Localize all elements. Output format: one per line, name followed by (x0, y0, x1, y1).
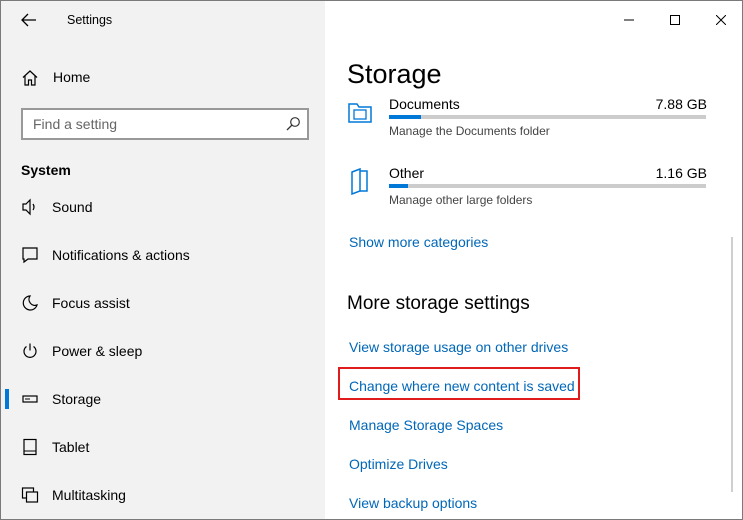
category-subtitle: Manage other large folders (389, 193, 533, 207)
documents-folder-icon (348, 103, 372, 123)
storage-category-documents[interactable]: Documents 7.88 GB Manage the Documents f… (347, 96, 707, 156)
minimize-button[interactable] (606, 1, 652, 39)
sidebar: Settings Home System Sound (1, 1, 325, 519)
category-name: Documents (389, 96, 460, 112)
power-icon (23, 343, 37, 358)
category-subtitle: Manage the Documents folder (389, 124, 550, 138)
home-icon (22, 70, 38, 86)
sidebar-item-label: Multitasking (52, 487, 126, 503)
minimize-icon (624, 19, 634, 21)
sidebar-item-label: Power & sleep (52, 343, 143, 359)
close-button[interactable] (698, 1, 742, 39)
sidebar-item-power-sleep[interactable]: Power & sleep (1, 331, 325, 371)
category-size: 7.88 GB (655, 96, 707, 112)
search-box[interactable] (21, 108, 309, 140)
sidebar-nav-list: Sound Notifications & actions Focus assi… (1, 193, 325, 519)
storage-category-other[interactable]: Other 1.16 GB Manage other large folders (347, 165, 707, 225)
sidebar-item-label: Storage (52, 391, 102, 407)
close-icon (716, 15, 726, 25)
sidebar-item-sound[interactable]: Sound (1, 193, 325, 227)
window-controls (606, 1, 742, 39)
view-backup-options-link[interactable]: View backup options (349, 495, 477, 511)
search-icon[interactable] (285, 116, 301, 132)
sidebar-item-notifications[interactable]: Notifications & actions (1, 235, 325, 275)
optimize-drives-link[interactable]: Optimize Drives (349, 456, 448, 472)
active-indicator (5, 389, 9, 409)
moon-icon (22, 295, 38, 311)
category-name: Other (389, 165, 425, 181)
usage-bar-fill (389, 184, 409, 188)
usage-bar (389, 184, 706, 188)
app-title: Settings (67, 13, 113, 27)
settings-window: Settings Home System Sound (0, 0, 743, 520)
change-new-content-location-link[interactable]: Change where new content is saved (349, 378, 575, 394)
back-button[interactable] (11, 5, 47, 35)
main-content: Storage Documents 7.88 GB Manage the Doc… (325, 1, 742, 519)
page-title: Storage (347, 59, 448, 90)
multitasking-icon (21, 487, 39, 503)
sidebar-item-storage[interactable]: Storage (1, 379, 325, 419)
speaker-icon (22, 198, 35, 216)
section-label-system: System (21, 162, 71, 178)
category-size: 1.16 GB (655, 165, 707, 181)
notification-icon (22, 247, 38, 264)
sidebar-item-home[interactable]: Home (1, 61, 325, 93)
tablet-icon (23, 438, 37, 456)
sidebar-item-tablet[interactable]: Tablet (1, 427, 325, 467)
show-more-categories-link[interactable]: Show more categories (349, 234, 488, 250)
view-other-drives-link[interactable]: View storage usage on other drives (349, 339, 568, 355)
usage-bar (389, 115, 706, 119)
sidebar-item-focus-assist[interactable]: Focus assist (1, 283, 325, 323)
more-storage-settings-heading: More storage settings (347, 293, 530, 314)
maximize-button[interactable] (652, 1, 698, 39)
back-arrow-icon (21, 13, 36, 27)
home-label: Home (53, 69, 91, 85)
usage-bar-fill (389, 115, 421, 119)
sidebar-item-multitasking[interactable]: Multitasking (1, 475, 325, 515)
sidebar-item-label: Focus assist (52, 295, 130, 311)
scroll-clip (325, 89, 742, 97)
sidebar-item-label: Sound (52, 199, 93, 215)
other-folder-icon (351, 167, 368, 195)
storage-drive-icon (22, 395, 38, 403)
search-input[interactable] (33, 115, 273, 133)
scrollbar[interactable] (731, 237, 733, 492)
sidebar-item-label: Notifications & actions (52, 247, 190, 263)
maximize-icon (670, 15, 680, 25)
title-bar: Settings (1, 1, 325, 41)
sidebar-item-label: Tablet (52, 439, 90, 455)
manage-storage-spaces-link[interactable]: Manage Storage Spaces (349, 417, 503, 433)
